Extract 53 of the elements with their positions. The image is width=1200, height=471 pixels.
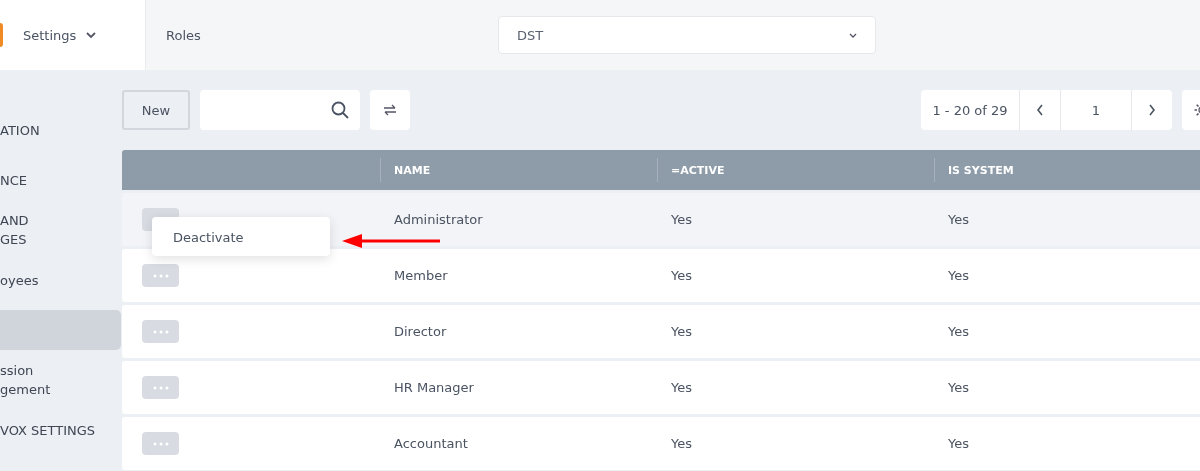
- table-cell: Yes: [671, 380, 692, 395]
- chevron-right-icon: [1148, 104, 1156, 116]
- chevron-down-icon: [86, 31, 97, 39]
- search-field[interactable]: [200, 90, 360, 130]
- table-cell: Member: [394, 268, 448, 283]
- page-number-field[interactable]: 1: [1060, 90, 1132, 130]
- table-cell: Yes: [671, 268, 692, 283]
- more-button[interactable]: [142, 264, 179, 287]
- table-cell: Yes: [948, 436, 969, 451]
- table-row[interactable]: Director Yes Yes: [122, 305, 1200, 358]
- more-button[interactable]: [142, 320, 179, 343]
- swap-icon: [382, 102, 398, 118]
- more-icon: [152, 441, 169, 446]
- table-row[interactable]: Member Yes Yes: [122, 249, 1200, 302]
- table-cell: Yes: [948, 324, 969, 339]
- column-header: NAME: [394, 163, 431, 177]
- column-header: =ACTIVE: [671, 163, 725, 177]
- sidebar-item[interactable]: oyees: [0, 260, 121, 300]
- chevron-left-icon: [1036, 104, 1044, 116]
- logo-icon: [0, 23, 3, 47]
- chevron-down-icon: [849, 32, 857, 38]
- table-cell: Director: [394, 324, 447, 339]
- table-cell: Yes: [671, 212, 692, 227]
- more-button[interactable]: [142, 376, 179, 399]
- sidebar-item[interactable]: ATION: [0, 110, 121, 150]
- table-cell: Yes: [948, 268, 969, 283]
- table-row[interactable]: Accountant Yes Yes: [122, 417, 1200, 470]
- more-button[interactable]: [142, 432, 179, 455]
- app-menu[interactable]: Settings: [23, 27, 97, 43]
- more-icon: [152, 329, 169, 334]
- sidebar-item[interactable]: VOX SETTINGS: [0, 410, 121, 450]
- table-cell: Accountant: [394, 436, 468, 451]
- company-select[interactable]: DST: [498, 16, 876, 54]
- sidebar-item[interactable]: NCE: [0, 160, 121, 200]
- more-icon: [152, 385, 169, 390]
- swap-button[interactable]: [370, 90, 410, 130]
- table-cell: Administrator: [394, 212, 483, 227]
- table-cell: HR Manager: [394, 380, 474, 395]
- sidebar-item[interactable]: AND GES: [0, 210, 121, 250]
- page-title: Roles: [166, 27, 202, 43]
- table-cell: Yes: [948, 212, 969, 227]
- page-range: 1 - 20 of 29: [921, 90, 1020, 130]
- table-row[interactable]: HR Manager Yes Yes: [122, 361, 1200, 414]
- table-cell: Yes: [671, 436, 692, 451]
- column-header: IS SYSTEM: [948, 163, 1014, 177]
- more-icon: [152, 273, 169, 278]
- menu-item[interactable]: Deactivate: [152, 230, 265, 245]
- sidebar-item[interactable]: [0, 310, 121, 350]
- table-cell: Yes: [671, 324, 692, 339]
- new-button[interactable]: New: [122, 90, 190, 130]
- table-cell: Yes: [948, 380, 969, 395]
- sidebar-item[interactable]: ssion gement: [0, 360, 121, 400]
- search-icon: [331, 101, 349, 119]
